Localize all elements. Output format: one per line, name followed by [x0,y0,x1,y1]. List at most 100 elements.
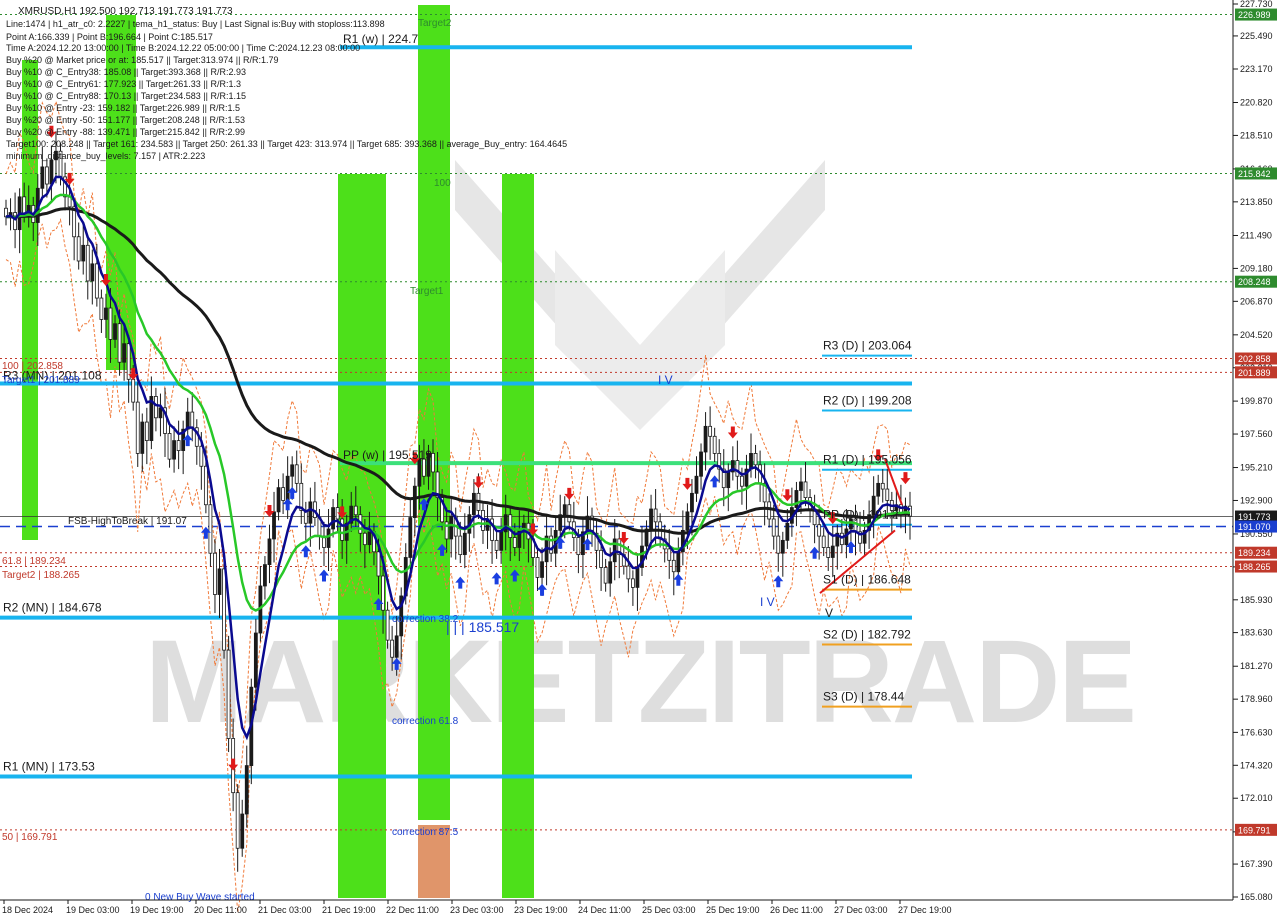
level-label: PP (w) | 195.519 [343,448,432,462]
candle-body [608,561,613,584]
candle-body [830,545,835,558]
candle-body [126,343,131,380]
candle-body [326,528,331,548]
info-line: Line:1474 | h1_atr_c0: 2.2227 | tema_h1_… [6,19,385,29]
candle-body [294,464,299,484]
price-tick-label: 195.210 [1240,463,1273,473]
time-tick-label: 19 Dec 03:00 [66,905,120,915]
level-label: R1 (D) | 195.056 [823,453,912,467]
candle-body [576,537,581,556]
candle-body [281,487,286,501]
candle-body [712,435,717,454]
candle-body [353,505,358,516]
candle-body [562,504,567,516]
candle-body [122,343,127,363]
price-tick-label: 204.520 [1240,330,1273,340]
price-tick-label: 185.930 [1240,595,1273,605]
xmrusd-h1-chart: MARKETZITRADE R1 (w) | 224.7R3 (MN) | 20… [0,0,1280,920]
candle-body [81,244,86,262]
candle-body [362,532,367,546]
level-label: R2 (MN) | 184.678 [3,601,102,615]
candle-body [49,159,54,185]
candle-body [226,649,231,739]
candle-body [408,517,413,558]
annotation: 50 | 169.791 [2,832,58,843]
candle-body [385,609,390,641]
price-badge-label: 202.858 [1238,354,1271,364]
candle-body [603,567,608,584]
candle-body [780,539,785,554]
annotation: Target1 [410,286,444,297]
candle-body [826,547,831,558]
candle-body [113,323,117,340]
candle-body [676,551,681,573]
price-tick-label: 211.490 [1240,230,1272,240]
candle-body [367,531,372,546]
price-badge-label: 169.791 [1238,825,1271,835]
candle-body [817,524,822,537]
candle-body [735,460,740,477]
annotation: correction 87.5 [392,827,459,838]
info-line: Time A:2024.12.20 13:00:00 | Time B:2024… [6,43,360,53]
price-tick-label: 167.390 [1240,859,1273,869]
info-line: Buy %10 @ Entry -23: 159.182 || Target:2… [6,103,240,113]
candle-body [131,378,136,403]
candle-body [390,639,395,658]
candle-body [167,433,172,460]
candle-body [240,813,245,849]
candle-body [740,475,744,487]
candle-body [140,421,145,454]
candle-body [749,453,753,470]
candle-body [803,481,808,499]
candle-body [308,501,313,524]
candle-body [821,535,826,548]
info-line: Buy %10 @ C_Entry88: 170.13 || Target:23… [6,91,246,101]
candle-body [208,504,213,554]
candle-body [880,482,885,490]
candle-body [599,549,603,568]
candle-body [340,518,345,541]
price-tick-label: 165.080 [1240,892,1273,902]
price-tick-label: 192.900 [1240,495,1273,505]
candle-body [685,511,690,531]
price-tick-label: 176.630 [1240,727,1273,737]
candle-body [449,515,454,540]
candle-body [108,307,113,340]
annotation: correction 38.2 [392,614,459,625]
info-line: Buy %20 @ Market price or at: 185.517 ||… [6,55,278,65]
candle-body [381,575,385,611]
level-label: S1 (D) | 186.648 [823,573,911,587]
candle-body [753,453,758,466]
annotation: Target2 | 188.265 [2,570,80,581]
candle-body [767,501,772,520]
plot-background [0,0,1280,920]
info-line: minimum_distance_buy_levels: 7.157 | ATR… [6,151,205,161]
time-tick-label: 26 Dec 11:00 [770,905,823,915]
candle-body [144,421,149,441]
annotation: Target2 [418,18,452,29]
price-tick-label: 218.510 [1240,130,1273,140]
candle-body [99,297,104,320]
candle-body [267,538,272,566]
annotation: correction 61.8 [392,716,459,727]
price-badge-label: 188.265 [1238,562,1271,572]
candle-body [567,504,572,523]
price-badge-label: 215.842 [1238,169,1271,179]
price-tick-label: 225.490 [1240,31,1273,41]
candle-body [290,464,295,477]
time-tick-label: 25 Dec 03:00 [642,905,696,915]
level-label: S3 (D) | 178.44 [823,690,904,704]
price-badge-label: 191.773 [1238,512,1271,522]
info-line: Point A:166.339 | Point B:196.664 | Poin… [6,32,213,42]
candle-body [708,425,713,437]
candle-body [635,567,640,588]
candle-body [235,792,240,849]
candle-body [694,475,699,494]
price-tick-label: 209.180 [1240,263,1273,273]
candle-body [176,440,181,451]
price-tick-label: 172.010 [1240,793,1273,803]
candle-body [135,401,140,454]
candle-body [154,396,158,419]
info-line: Target100: 208.248 || Target 161: 234.58… [6,139,567,149]
info-line: Buy %20 @ Entry -88: 139.471 || Target:2… [6,127,245,137]
